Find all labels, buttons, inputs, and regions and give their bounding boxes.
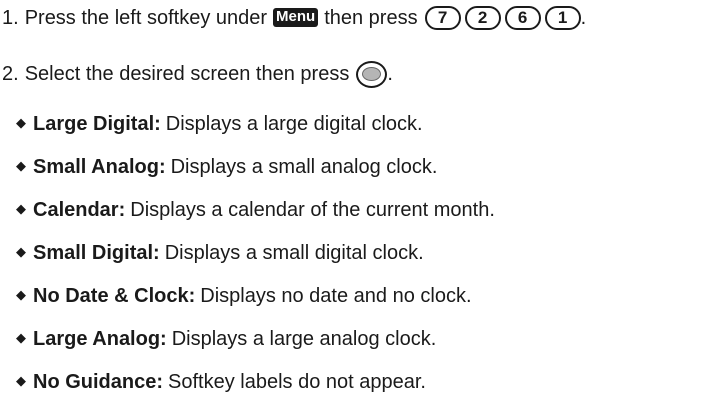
option-term: Small Digital: xyxy=(33,242,160,264)
keypad-key-icon: 2 xyxy=(464,6,501,30)
keypad-key-icon: 6 xyxy=(504,6,541,30)
diamond-bullet-icon: ◆ xyxy=(16,115,26,130)
menu-softkey-label: Menu xyxy=(273,7,319,27)
step-text: Select the desired screen then press xyxy=(24,63,350,85)
option-item: ◆ Small Digital: Displays a small digita… xyxy=(16,239,424,267)
option-description: Softkey labels do not appear. xyxy=(168,371,426,393)
option-item: ◆ No Date & Clock: Displays no date and … xyxy=(16,282,472,310)
option-description: Displays no date and no clock. xyxy=(200,285,472,307)
keypad-key-icon: 7 xyxy=(424,6,461,30)
diamond-bullet-icon: ◆ xyxy=(16,330,26,345)
step-end: . xyxy=(387,63,393,85)
keypad-key-icon: 1 xyxy=(544,6,581,30)
option-item: ◆ Large Digital: Displays a large digita… xyxy=(16,110,423,138)
option-term: Large Digital: xyxy=(33,113,161,135)
option-term: No Guidance: xyxy=(33,371,164,393)
option-term: No Date & Clock: xyxy=(33,285,196,307)
option-term: Calendar: xyxy=(33,199,126,221)
diamond-bullet-icon: ◆ xyxy=(16,158,26,173)
step-number: 1. xyxy=(2,7,19,29)
key-sequence: 7 2 6 1 xyxy=(424,6,581,30)
diamond-bullet-icon: ◆ xyxy=(16,373,26,388)
option-item: ◆ No Guidance: Softkey labels do not app… xyxy=(16,368,426,396)
option-description: Displays a calendar of the current month… xyxy=(130,199,495,221)
ok-key-icon xyxy=(356,60,388,88)
option-description: Displays a small digital clock. xyxy=(164,242,424,264)
option-description: Displays a large analog clock. xyxy=(171,328,437,350)
diamond-bullet-icon: ◆ xyxy=(16,201,26,216)
option-description: Displays a large digital clock. xyxy=(165,113,423,135)
option-item: ◆ Large Analog: Displays a large analog … xyxy=(16,325,436,353)
option-description: Displays a small analog clock. xyxy=(170,156,438,178)
step-2: 2. Select the desired screen then press … xyxy=(2,60,393,88)
option-term: Small Analog: xyxy=(33,156,166,178)
step-1: 1. Press the left softkey under Menu the… xyxy=(2,4,586,32)
diamond-bullet-icon: ◆ xyxy=(16,287,26,302)
step-end: . xyxy=(580,7,587,29)
step-number: 2. xyxy=(2,63,19,85)
diamond-bullet-icon: ◆ xyxy=(16,244,26,259)
option-term: Large Analog: xyxy=(33,328,167,350)
step-text: Press the left softkey under xyxy=(24,7,268,29)
step-text: then press xyxy=(324,7,418,29)
option-item: ◆ Small Analog: Displays a small analog … xyxy=(16,153,437,181)
option-item: ◆ Calendar: Displays a calendar of the c… xyxy=(16,196,495,224)
